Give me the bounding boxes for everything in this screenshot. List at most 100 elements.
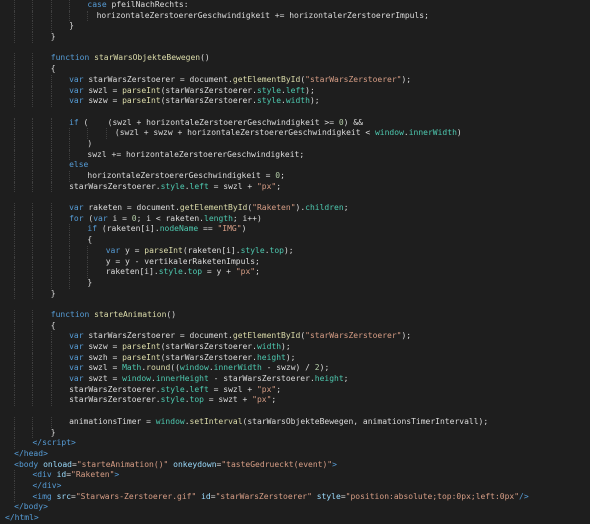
code-line[interactable]: for (var i = 0; i < raketen.length; i++) [0, 213, 590, 225]
code-line[interactable]: var swzh = parseInt(starWarsZerstoerer.h… [0, 352, 590, 364]
indent-guide [50, 10, 52, 22]
code-line[interactable] [0, 299, 590, 310]
code-line[interactable]: var swzw = parseInt(starWarsZerstoerer.w… [0, 342, 590, 353]
code-line[interactable]: } [0, 427, 590, 439]
code-line[interactable]: if ( (swzl + horizontaleZerstoererGeschw… [0, 117, 590, 129]
indent-guide [14, 224, 16, 236]
indent-guide [32, 395, 34, 407]
code-line[interactable]: var swzl = parseInt(starWarsZerstoerer.s… [0, 85, 590, 97]
code-line[interactable]: <img src="Starwars-Zerstoerer.gif" id="s… [0, 491, 590, 503]
code-token: var [69, 203, 84, 213]
code-line[interactable]: swzl += horizontaleZerstoererGeschwindig… [0, 149, 590, 161]
code-content: var starWarsZerstoerer = document.getEle… [69, 75, 411, 86]
indent-guide [32, 427, 34, 439]
indent-guide [14, 267, 16, 278]
indent-guide [50, 160, 52, 171]
indent-guide [87, 128, 89, 139]
indent-guide [14, 128, 16, 139]
indent-guide [32, 0, 34, 11]
code-line[interactable]: horizontaleZerstoererGeschwindigkeit = 0… [0, 171, 590, 182]
code-content: swzl += horizontaleZerstoererGeschwindig… [87, 150, 304, 161]
code-token: nodeName [159, 224, 199, 234]
code-token: starWarsZerstoerer. [69, 384, 161, 394]
code-line[interactable] [0, 406, 590, 417]
code-line[interactable]: var swzl = Math.round((window.innerWidth… [0, 363, 590, 375]
indent-guide [50, 203, 52, 214]
code-line[interactable]: ) [0, 138, 590, 150]
indent-guide [14, 352, 16, 364]
code-line[interactable] [0, 107, 590, 118]
code-content: </body> [14, 502, 48, 513]
code-token: parseInt [122, 342, 161, 351]
code-line[interactable]: </html> [0, 513, 590, 524]
code-token: html [14, 513, 34, 522]
code-token: "IMG" [217, 224, 242, 234]
code-line[interactable]: } [0, 288, 590, 300]
code-line[interactable]: var starWarsZerstoerer = document.getEle… [0, 331, 590, 342]
code-token: "Starwars-Zerstoerer.gif" [75, 491, 197, 501]
code-token: = swzl + [208, 384, 257, 394]
code-line[interactable] [0, 192, 590, 203]
code-token: > [43, 502, 48, 512]
code-token: ) [87, 138, 93, 148]
code-line[interactable]: starWarsZerstoerer.style.top = swzt + "p… [0, 395, 590, 407]
code-line[interactable]: <body onload="starteAnimation()" onkeydo… [0, 460, 590, 471]
code-token: ); [309, 96, 320, 106]
indent-guide [69, 256, 71, 268]
code-line[interactable]: function starWarsObjekteBewegen() [0, 53, 590, 65]
code-line[interactable]: { [0, 235, 590, 246]
code-line[interactable]: starWarsZerstoerer.style.left = swzl + "… [0, 181, 590, 193]
code-line[interactable]: var y = parseInt(raketen[i].style.top); [0, 245, 590, 257]
code-line[interactable]: } [0, 32, 590, 43]
code-token: script [42, 438, 72, 448]
code-line[interactable]: </div> [0, 480, 590, 492]
code-line[interactable]: var raketen = document.getElementById("R… [0, 203, 590, 214]
code-content: function starWarsObjekteBewegen() [51, 53, 210, 64]
code-line[interactable]: </body> [0, 502, 590, 513]
code-line[interactable]: raketen[i].style.top = y + "px"; [0, 267, 590, 278]
code-line[interactable]: function starteAnimation() [0, 309, 590, 321]
code-line[interactable]: } [0, 21, 590, 33]
code-token: getElementById [232, 331, 301, 341]
code-line[interactable]: starWarsZerstoerer.style.left = swzl + "… [0, 384, 590, 396]
code-content: raketen[i].style.top = y + "px"; [106, 267, 260, 278]
indent-guide [14, 138, 16, 150]
code-token: "px" [256, 181, 277, 191]
code-content: { [51, 64, 56, 75]
code-line[interactable]: </head> [0, 449, 590, 460]
code-content: if (raketen[i].nodeName == "IMG") [87, 224, 246, 235]
indent-guide [32, 224, 34, 236]
code-line[interactable]: { [0, 320, 590, 332]
code-line[interactable]: var swzt = window.innerHeight - starWars… [0, 374, 590, 385]
code-token: onkeydown [173, 459, 217, 469]
code-token: if [69, 117, 79, 127]
code-line[interactable]: var starWarsZerstoerer = document.getEle… [0, 74, 590, 86]
code-line[interactable]: case pfeilNachRechts: [0, 0, 590, 11]
code-line[interactable]: animationsTimer = window.setInterval(sta… [0, 416, 590, 428]
code-token: ; i++) [232, 213, 262, 223]
indent-guide [50, 74, 52, 86]
code-line[interactable]: (swzl + swzw + horizontaleZerstoererGesc… [0, 128, 590, 139]
code-token: parseInt [122, 85, 161, 95]
code-line[interactable]: y = y - vertikalerRaketenImpuls; [0, 256, 590, 268]
code-line[interactable]: if (raketen[i].nodeName == "IMG") [0, 224, 590, 236]
indent-guide [14, 480, 16, 492]
code-token: ). [295, 203, 306, 213]
code-line[interactable]: else [0, 160, 590, 171]
code-line[interactable] [0, 43, 590, 54]
code-token: </ [32, 480, 43, 490]
code-line[interactable]: horizontaleZerstoererGeschwindigkeit += … [0, 10, 590, 22]
code-editor[interactable]: case pfeilNachRechts: horizontaleZerstoer… [0, 0, 590, 522]
code-line[interactable]: } [0, 277, 590, 289]
code-content: <img src="Starwars-Zerstoerer.gif" id="s… [32, 492, 528, 503]
code-line[interactable]: </script> [0, 438, 590, 449]
code-token: i = [107, 213, 132, 223]
indent-guide [50, 138, 52, 150]
code-content: var raketen = document.getElementById("R… [69, 203, 348, 214]
indent-guide [14, 256, 16, 268]
code-token: getElementById [232, 74, 301, 84]
code-token: () [200, 53, 210, 63]
code-line[interactable]: { [0, 64, 590, 75]
code-line[interactable]: var swzw = parseInt(starWarsZerstoerer.s… [0, 96, 590, 107]
code-token: </ [14, 502, 24, 512]
